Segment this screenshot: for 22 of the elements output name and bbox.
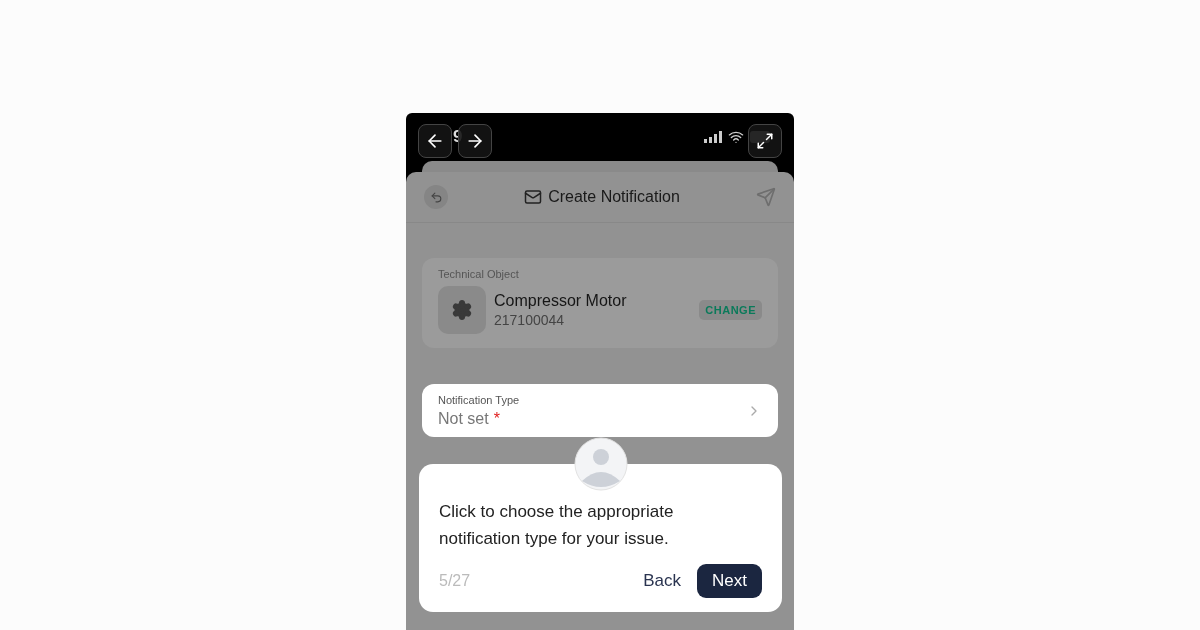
mail-icon <box>524 188 543 206</box>
next-button[interactable]: Next <box>697 564 762 598</box>
object-name: Compressor Motor <box>494 292 628 310</box>
tour-message: Click to choose the appropriate notification type for your issue. <box>439 501 675 550</box>
undo-button[interactable] <box>424 185 448 209</box>
back-arrow-button[interactable] <box>418 124 452 158</box>
back-button[interactable]: Back <box>633 565 692 597</box>
required-mark: * <box>493 410 500 428</box>
screen-title: Create Notification <box>548 188 680 206</box>
object-number: 217100044 <box>494 312 566 328</box>
signal-icon <box>704 131 722 143</box>
notification-type-field[interactable]: Notification Type Not set * <box>422 384 778 437</box>
expand-icon <box>756 132 774 150</box>
expand-button[interactable] <box>748 124 782 158</box>
step-counter: 5/27 <box>439 572 472 590</box>
field-label: Technical Object <box>438 268 520 280</box>
status-time: 9 <box>453 127 463 147</box>
wifi-icon <box>728 129 744 145</box>
field-label: Notification Type <box>438 394 521 406</box>
field-value: Not set <box>438 410 489 428</box>
gear-icon <box>451 299 473 321</box>
undo-icon <box>429 190 443 204</box>
